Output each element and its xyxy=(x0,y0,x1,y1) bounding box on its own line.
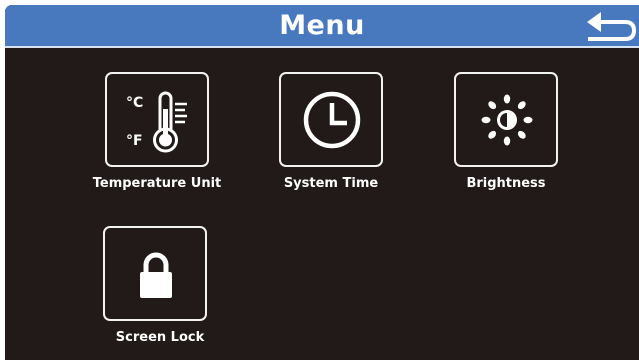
brightness-label: Brightness xyxy=(466,176,546,191)
brightness-button[interactable] xyxy=(454,72,558,167)
fahrenheit-label: °F xyxy=(126,133,143,149)
thermometer-icon: °C °F xyxy=(126,91,187,153)
temperature-unit-button[interactable]: °C °F xyxy=(105,72,209,167)
lock-icon xyxy=(140,252,172,298)
system-time-label: System Time xyxy=(283,176,379,191)
temperature-unit-label: Temperature Unit xyxy=(92,176,222,191)
celsius-label: °C xyxy=(126,95,143,111)
screen-lock-label: Screen Lock xyxy=(115,330,205,345)
menu-screen: Menu °C °F Temperature Unit System Time … xyxy=(5,5,639,360)
brightness-icon xyxy=(481,94,533,146)
back-button[interactable] xyxy=(585,10,637,44)
back-arrow-icon xyxy=(587,12,637,41)
page-title: Menu xyxy=(279,10,365,41)
system-time-button[interactable] xyxy=(279,72,383,167)
screen-lock-button[interactable] xyxy=(103,226,207,321)
clock-icon xyxy=(303,91,361,149)
header-bar: Menu xyxy=(5,5,639,48)
